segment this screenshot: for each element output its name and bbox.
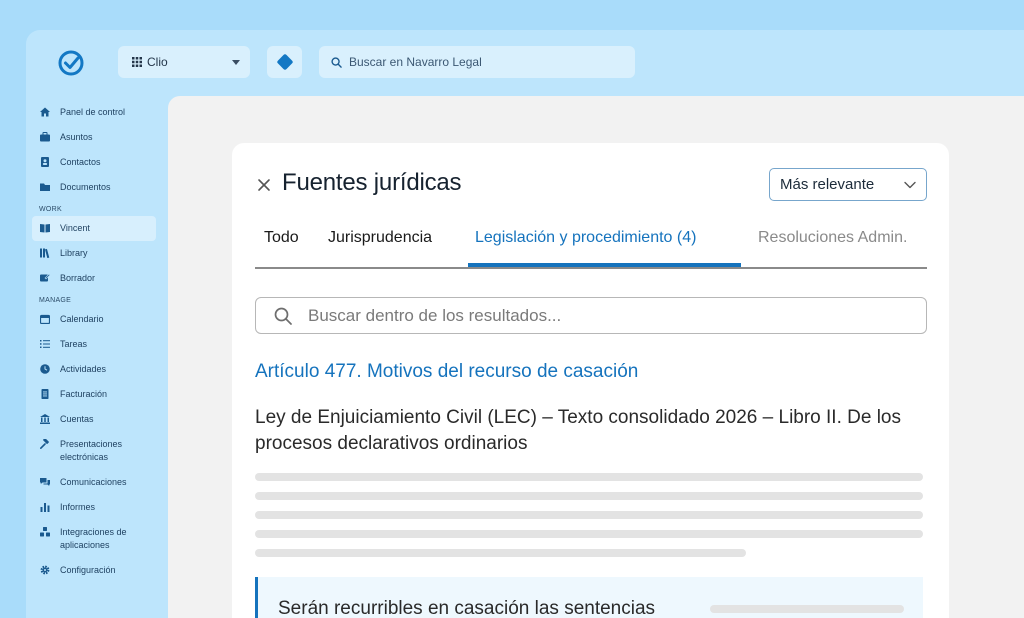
sidebar-item-label: Cuentas — [60, 414, 94, 424]
clio-logo-icon[interactable] — [56, 48, 86, 78]
sidebar-item-calendario[interactable]: Calendario — [32, 307, 156, 332]
search-icon — [331, 56, 342, 68]
sidebar-item-documentos[interactable]: Documentos — [32, 175, 156, 200]
text-placeholder-line — [255, 511, 923, 519]
sidebar-item-label: Library — [60, 248, 88, 258]
sidebar-item-label: Comunicaciones — [60, 477, 127, 487]
sidebar-item-label: Configuración — [60, 565, 116, 575]
legal-sources-panel: Fuentes jurídicas Más relevante Todo Jur… — [232, 143, 949, 618]
results-search-input[interactable]: Buscar dentro de los resultados... — [255, 297, 927, 334]
app-switcher-dropdown[interactable]: Clio — [118, 46, 250, 78]
tab-legislacion[interactable]: Legislación y procedimiento (4) — [475, 229, 696, 247]
bank-icon — [40, 414, 50, 424]
sidebar-item-label: Calendario — [60, 314, 104, 324]
sidebar-item-label: Informes — [60, 502, 96, 512]
sidebar-item-borrador[interactable]: Borrador — [32, 266, 156, 291]
sidebar-item-label: Panel de control — [60, 107, 126, 117]
sidebar-item-label: Contactos — [60, 157, 101, 167]
sidebar-item-panel-de-control[interactable]: Panel de control — [32, 100, 156, 125]
sidebar-item-label: Integraciones de aplicaciones — [60, 527, 127, 550]
result-source: Ley de Enjuiciamiento Civil (LEC) – Text… — [255, 407, 901, 454]
text-placeholder-line — [255, 549, 746, 557]
bar-chart-icon — [40, 503, 50, 512]
gear-icon — [40, 565, 50, 575]
sidebar-item-label: Presentaciones electrónicas — [60, 439, 123, 462]
sidebar-item-configuracion[interactable]: Configuración — [32, 558, 156, 583]
sidebar-item-library[interactable]: Library — [32, 241, 156, 266]
book-icon — [40, 224, 50, 233]
sidebar-item-label: Asuntos — [60, 132, 93, 142]
sidebar-item-label: Actividades — [60, 364, 107, 374]
sidebar-item-presentaciones-electronicas[interactable]: Presentaciones electrónicas — [32, 432, 156, 470]
sidebar-item-cuentas[interactable]: Cuentas — [32, 407, 156, 432]
library-icon — [40, 248, 50, 258]
text-placeholder-line — [255, 473, 923, 481]
tab-todo[interactable]: Todo — [264, 229, 299, 247]
home-icon — [40, 107, 50, 117]
list-icon — [40, 340, 50, 348]
vincent-ai-button[interactable] — [267, 46, 302, 78]
text-placeholder-line — [255, 530, 923, 538]
sidebar-item-label: Vincent — [60, 223, 90, 233]
chevron-down-icon — [232, 59, 240, 65]
chevron-down-icon — [904, 181, 916, 188]
sort-dropdown-label: Más relevante — [780, 176, 875, 193]
gavel-icon — [40, 439, 49, 449]
sidebar-item-label: Borrador — [60, 273, 96, 283]
sidebar-item-vincent[interactable]: Vincent — [32, 216, 156, 241]
close-icon[interactable] — [256, 177, 272, 193]
tab-jurisprudencia[interactable]: Jurisprudencia — [328, 229, 432, 247]
global-search-placeholder: Buscar en Navarro Legal — [349, 55, 482, 69]
clock-icon — [40, 364, 50, 374]
sidebar-item-actividades[interactable]: Actividades — [32, 357, 156, 382]
app-switcher-label: Clio — [147, 55, 168, 69]
text-placeholder-line — [255, 492, 923, 500]
sidebar-item-contactos[interactable]: Contactos — [32, 150, 156, 175]
section-label-manage: MANAGE — [39, 297, 72, 304]
sidebar-item-informes[interactable]: Informes — [32, 495, 156, 520]
text-placeholder-line — [710, 605, 904, 613]
sort-dropdown[interactable]: Más relevante — [769, 168, 927, 201]
sidebar-item-integraciones[interactable]: Integraciones de aplicaciones — [32, 520, 156, 558]
calendar-icon — [40, 314, 50, 324]
sidebar-item-comunicaciones[interactable]: Comunicaciones — [32, 470, 156, 495]
folder-icon — [40, 183, 50, 191]
contact-card-icon — [41, 157, 49, 167]
integrations-icon — [40, 527, 50, 537]
active-tab-indicator — [468, 263, 741, 267]
results-search-placeholder: Buscar dentro de los resultados... — [308, 305, 562, 325]
sidebar-item-asuntos[interactable]: Asuntos — [32, 125, 156, 150]
global-search-input[interactable]: Buscar en Navarro Legal — [319, 46, 635, 78]
sidebar-item-facturacion[interactable]: Facturación — [32, 382, 156, 407]
briefcase-icon — [40, 132, 50, 142]
chat-icon — [40, 478, 50, 486]
sidebar-item-label: Tareas — [60, 339, 88, 349]
sidebar-item-tareas[interactable]: Tareas — [32, 332, 156, 357]
invoice-icon — [41, 389, 49, 399]
tab-resoluciones-admin[interactable]: Resoluciones Admin. — [758, 229, 907, 247]
result-excerpt: Serán recurribles en casación las senten… — [255, 577, 923, 618]
sidebar-item-label: Facturación — [60, 389, 108, 399]
panel-title: Fuentes jurídicas — [282, 169, 462, 196]
result-title-link[interactable]: Artículo 477. Motivos del recurso de cas… — [255, 361, 638, 383]
sidebar: Panel de control Asuntos Contactos Docum… — [32, 100, 156, 583]
grid-icon — [132, 57, 142, 67]
section-label-work: WORK — [39, 206, 62, 213]
search-icon — [274, 307, 292, 325]
sidebar-item-label: Documentos — [60, 182, 111, 192]
draft-icon — [40, 273, 50, 282]
source-tabs: Todo Jurisprudencia Legislación y proced… — [255, 223, 927, 269]
diamond-icon — [276, 53, 293, 71]
result-excerpt-text: Serán recurribles en casación las senten… — [278, 598, 656, 618]
